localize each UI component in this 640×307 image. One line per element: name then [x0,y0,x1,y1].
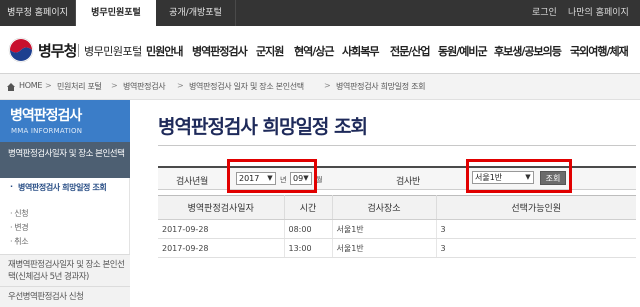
exam-month-label: 검사년월 [176,177,208,187]
cell-date: 2017-09-28 [158,219,285,239]
gnb-item-military-support[interactable]: 군지원 [256,43,284,59]
gnb-item-active-duty[interactable]: 현역/상근 [294,43,334,59]
submenu-item-label: 신청 [14,209,29,218]
submenu-item-cancel[interactable]: · 취소 [10,236,29,247]
tab-mma-homepage[interactable]: 병무청 홈페이지 [0,0,76,26]
breadcrumb-self-select[interactable]: 병역판정검사 일자 및 장소 본인선택 [189,81,304,92]
table-row: 2017-09-28 13:00 서울1반 3 [158,238,636,258]
cell-place: 서울1반 [332,238,437,258]
breadcrumb-civil-portal[interactable]: 민원처리 포털 [57,81,102,92]
submenu-item-apply[interactable]: · 신청 [10,208,29,219]
breadcrumb-separator-icon: > [324,81,331,90]
sidebar-submenu: · 병역판정검사 희망일정 조회 · 신청 · 변경 · 취소 [0,178,130,254]
page-title: 병역판정검사 희망일정 조회 [158,116,368,138]
exam-team-label: 검사반 [396,177,420,187]
logo-subtitle[interactable]: 병무민원포털 [84,43,142,59]
submenu-item-change[interactable]: · 변경 [10,222,29,233]
tab-civil-portal[interactable]: 병무민원포털 [76,0,156,26]
breadcrumb-separator-icon: > [111,81,118,90]
login-link[interactable]: 로그인 [532,0,557,26]
breadcrumb-separator-icon: > [177,81,184,90]
submenu-item-label: 취소 [14,237,29,246]
sidebar-item-label: 우선병역판정검사 신청 [8,292,84,302]
gnb-item-social-service[interactable]: 사회복무 [342,43,379,59]
cell-available: 3 [436,219,636,239]
tab-open-portal[interactable]: 공개/개방포털 [156,0,236,26]
sidebar-header: 병역판정검사 MMA INFORMATION [0,100,130,142]
gnb-item-candidates[interactable]: 후보생/공보의등 [494,43,562,59]
breadcrumb: HOME > 민원처리 포털 > 병역판정검사 > 병역판정검사 일자 및 장소… [0,74,640,100]
column-header-date: 병역판정검사일자 [158,195,285,220]
mma-emblem-icon[interactable] [8,37,34,63]
column-header-available: 선택가능인원 [436,195,636,220]
submenu-bullet-icon: · [10,182,13,191]
submenu-item-label: 변경 [14,223,29,232]
highlight-team-search [466,159,572,193]
gnb-item-military-exam[interactable]: 병역판정검사 [192,43,248,59]
site-header: 병무청 병무민원포털 민원안내 병역판정검사 군지원 현역/상근 사회복무 전문… [0,26,640,74]
gnb-item-civil-guide[interactable]: 민원안내 [146,43,183,59]
breadcrumb-separator-icon: > [45,81,52,90]
table-header-row: 병역판정검사일자 시간 검사장소 선택가능인원 [158,195,636,220]
column-header-time: 시간 [284,195,333,220]
sidebar-subtitle: MMA INFORMATION [11,127,83,135]
highlight-year-month [227,159,317,193]
home-icon[interactable] [6,82,16,92]
gnb-item-reserve[interactable]: 동원/예비군 [438,43,488,59]
sidebar-item-re-exam[interactable]: 재병역판정검사일자 및 장소 본인선택(신체검사 5년 경과자) [0,254,130,286]
table-row: 2017-09-28 08:00 서울1반 3 [158,219,636,239]
cell-date: 2017-09-28 [158,238,285,258]
logo-divider [78,44,79,57]
sidebar-item-self-select[interactable]: 병역판정검사일자 및 장소 본인선택 [0,142,130,178]
gnb-item-professional[interactable]: 전문/산업 [390,43,430,59]
breadcrumb-home[interactable]: HOME [19,81,42,90]
breadcrumb-current: 병역판정검사 희망일정 조회 [336,82,426,91]
breadcrumb-military-exam[interactable]: 병역판정검사 [123,81,166,92]
schedule-table: 병역판정검사일자 시간 검사장소 선택가능인원 2017-09-28 08:00… [158,195,636,258]
my-homepage-link[interactable]: 나만의 홈페이지 [568,0,629,26]
cell-place: 서울1반 [332,219,437,239]
gnb-item-overseas[interactable]: 국외여행/체재 [570,43,629,59]
sidebar-item-label: 재병역판정검사일자 및 장소 본인선택(신체검사 5년 경과자) [8,260,125,282]
cell-time: 13:00 [284,238,333,258]
cell-time: 08:00 [284,219,333,239]
submenu-item-schedule-inquiry[interactable]: 병역판정검사 희망일정 조회 [18,182,124,193]
title-divider [158,145,636,146]
column-header-place: 검사장소 [332,195,437,220]
sidebar-item-priority-exam[interactable]: 우선병역판정검사 신청 [0,286,130,307]
logo-text[interactable]: 병무청 [38,40,77,61]
top-bar: 병무청 홈페이지 병무민원포털 공개/개방포털 로그인 나만의 홈페이지 [0,0,640,26]
sidebar-item-label: 병역판정검사일자 및 장소 본인선택 [8,149,125,159]
sidebar-title: 병역판정검사 [10,108,82,124]
cell-available: 3 [436,238,636,258]
